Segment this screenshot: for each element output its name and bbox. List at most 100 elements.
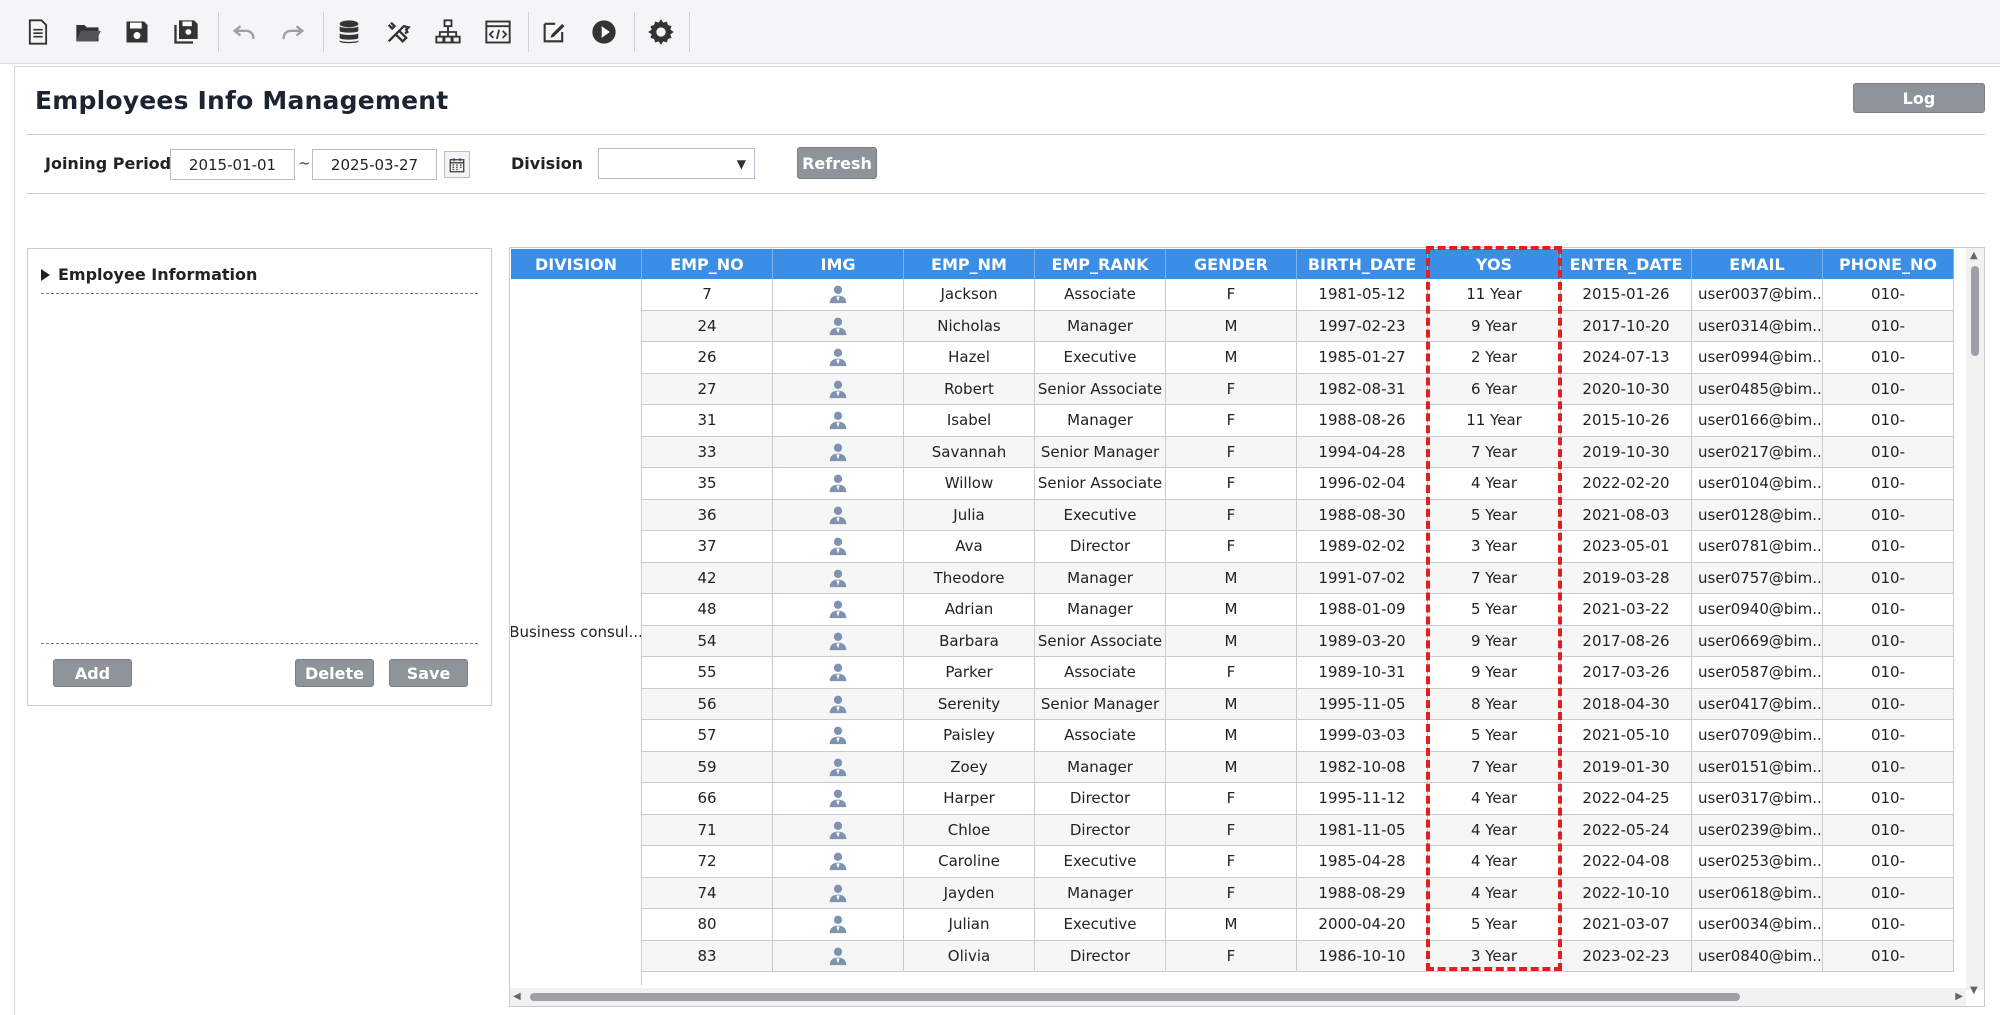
employee-photo-icon[interactable] [773, 688, 904, 719]
scroll-right-icon[interactable]: ▶ [1955, 991, 1963, 1002]
cell-gender[interactable]: F [1166, 877, 1297, 908]
cell-emp-nm[interactable]: Parker [904, 657, 1035, 688]
cell-yos[interactable]: 8 Year [1428, 688, 1561, 719]
start-date-input[interactable]: 2015-01-01 [170, 149, 295, 180]
table-row[interactable]: 74 Jayden Manager F 1988-08-29 4 Year 2022-10-… [642, 877, 1954, 909]
employee-photo-icon[interactable] [773, 342, 904, 373]
cell-emp-nm[interactable]: Willow [904, 468, 1035, 499]
cell-emp-nm[interactable]: Caroline [904, 846, 1035, 877]
cell-email[interactable]: user0587@bim... [1692, 657, 1823, 688]
horizontal-scrollbar[interactable]: ◀ ▶ [510, 988, 1966, 1006]
cell-emp-rank[interactable]: Associate [1035, 720, 1166, 751]
cell-yos[interactable]: 3 Year [1428, 940, 1561, 971]
cell-yos[interactable]: 5 Year [1428, 720, 1561, 751]
cell-emp-rank[interactable]: Executive [1035, 846, 1166, 877]
table-row[interactable]: 26 Hazel Executive M 1985-01-27 2 Year 2024-07… [642, 342, 1954, 374]
cell-birth-date[interactable]: 1991-07-02 [1297, 562, 1428, 593]
cell-enter-date[interactable]: 2022-02-20 [1561, 468, 1692, 499]
employee-photo-icon[interactable] [773, 531, 904, 562]
table-row[interactable]: 24 Nicholas Manager M 1997-02-23 9 Year 2017-1… [642, 310, 1954, 342]
cell-email[interactable]: user0709@bim... [1692, 720, 1823, 751]
cell-yos[interactable]: 4 Year [1428, 877, 1561, 908]
cell-emp-no[interactable]: 66 [642, 783, 773, 814]
cell-phone-no[interactable]: 010- [1823, 657, 1954, 688]
column-header-emp-nm[interactable]: EMP_NM [904, 249, 1035, 279]
cell-emp-no[interactable]: 48 [642, 594, 773, 625]
cell-phone-no[interactable]: 010- [1823, 531, 1954, 562]
cell-gender[interactable]: F [1166, 436, 1297, 467]
cell-emp-nm[interactable]: Robert [904, 373, 1035, 404]
cell-enter-date[interactable]: 2024-07-13 [1561, 342, 1692, 373]
cell-birth-date[interactable]: 1986-10-10 [1297, 940, 1428, 971]
cell-emp-rank[interactable]: Executive [1035, 909, 1166, 940]
cell-phone-no[interactable]: 010- [1823, 499, 1954, 530]
cell-birth-date[interactable]: 1988-08-30 [1297, 499, 1428, 530]
cell-enter-date[interactable]: 2017-10-20 [1561, 310, 1692, 341]
cell-email[interactable]: user0104@bim... [1692, 468, 1823, 499]
cell-yos[interactable]: 5 Year [1428, 594, 1561, 625]
cell-gender[interactable]: M [1166, 688, 1297, 719]
cell-gender[interactable]: M [1166, 751, 1297, 782]
cell-email[interactable]: user0994@bim... [1692, 342, 1823, 373]
employee-photo-icon[interactable] [773, 846, 904, 877]
cell-gender[interactable]: F [1166, 499, 1297, 530]
cell-birth-date[interactable]: 1997-02-23 [1297, 310, 1428, 341]
cell-email[interactable]: user0669@bim... [1692, 625, 1823, 656]
cell-email[interactable]: user0128@bim... [1692, 499, 1823, 530]
cell-email[interactable]: user0940@bim... [1692, 594, 1823, 625]
cell-birth-date[interactable]: 1988-08-29 [1297, 877, 1428, 908]
cell-emp-rank[interactable]: Senior Associate [1035, 468, 1166, 499]
cell-birth-date[interactable]: 1989-10-31 [1297, 657, 1428, 688]
cell-emp-no[interactable]: 27 [642, 373, 773, 404]
cell-birth-date[interactable]: 1999-03-03 [1297, 720, 1428, 751]
cell-emp-no[interactable]: 71 [642, 814, 773, 845]
cell-emp-nm[interactable]: Jayden [904, 877, 1035, 908]
cell-yos[interactable]: 7 Year [1428, 436, 1561, 467]
cell-gender[interactable]: F [1166, 846, 1297, 877]
cell-emp-no[interactable]: 80 [642, 909, 773, 940]
table-row[interactable]: 27 Robert Senior Associate F 1982-08-31 6 Yea… [642, 373, 1954, 405]
cell-birth-date[interactable]: 2000-04-20 [1297, 909, 1428, 940]
cell-email[interactable]: user0253@bim... [1692, 846, 1823, 877]
cell-emp-rank[interactable]: Associate [1035, 657, 1166, 688]
cell-yos[interactable]: 9 Year [1428, 657, 1561, 688]
cell-enter-date[interactable]: 2021-03-07 [1561, 909, 1692, 940]
run-icon[interactable] [584, 12, 624, 52]
cell-yos[interactable]: 11 Year [1428, 279, 1561, 310]
hierarchy-icon[interactable] [428, 12, 468, 52]
table-row[interactable]: 54 Barbara Senior Associate M 1989-03-20 9 Ye… [642, 625, 1954, 657]
cell-enter-date[interactable]: 2018-04-30 [1561, 688, 1692, 719]
cell-email[interactable]: user0037@bim... [1692, 279, 1823, 310]
cell-phone-no[interactable]: 010- [1823, 594, 1954, 625]
employee-information-header[interactable]: Employee Information [41, 265, 257, 284]
cell-emp-nm[interactable]: Isabel [904, 405, 1035, 436]
table-row[interactable]: 48 Adrian Manager M 1988-01-09 5 Year 2021-03-… [642, 594, 1954, 626]
cell-enter-date[interactable]: 2022-05-24 [1561, 814, 1692, 845]
table-row[interactable]: 55 Parker Associate F 1989-10-31 9 Year 2017-0… [642, 657, 1954, 689]
employee-photo-icon[interactable] [773, 405, 904, 436]
cell-yos[interactable]: 4 Year [1428, 814, 1561, 845]
employee-photo-icon[interactable] [773, 279, 904, 310]
cell-emp-no[interactable]: 57 [642, 720, 773, 751]
cell-enter-date[interactable]: 2020-10-30 [1561, 373, 1692, 404]
cell-emp-no[interactable]: 7 [642, 279, 773, 310]
table-row[interactable]: 36 Julia Executive F 1988-08-30 5 Year 2021-08… [642, 499, 1954, 531]
table-row[interactable]: 56 Serenity Senior Manager M 1995-11-05 8 Yea… [642, 688, 1954, 720]
table-row[interactable]: 57 Paisley Associate M 1999-03-03 5 Year 2021-… [642, 720, 1954, 752]
undo-icon[interactable] [224, 12, 264, 52]
employee-photo-icon[interactable] [773, 720, 904, 751]
table-row[interactable]: 35 Willow Senior Associate F 1996-02-04 4 Yea… [642, 468, 1954, 500]
cell-emp-rank[interactable]: Executive [1035, 342, 1166, 373]
cell-emp-nm[interactable]: Paisley [904, 720, 1035, 751]
add-button[interactable]: Add [53, 659, 132, 687]
cell-gender[interactable]: M [1166, 625, 1297, 656]
table-row[interactable]: 80 Julian Executive M 2000-04-20 5 Year 2021-0… [642, 909, 1954, 941]
cell-birth-date[interactable]: 1996-02-04 [1297, 468, 1428, 499]
save-all-icon[interactable] [166, 12, 206, 52]
cell-emp-rank[interactable]: Associate [1035, 279, 1166, 310]
cell-yos[interactable]: 9 Year [1428, 310, 1561, 341]
cell-email[interactable]: user0781@bim... [1692, 531, 1823, 562]
cell-emp-rank[interactable]: Manager [1035, 877, 1166, 908]
cell-email[interactable]: user0757@bim... [1692, 562, 1823, 593]
cell-birth-date[interactable]: 1981-11-05 [1297, 814, 1428, 845]
